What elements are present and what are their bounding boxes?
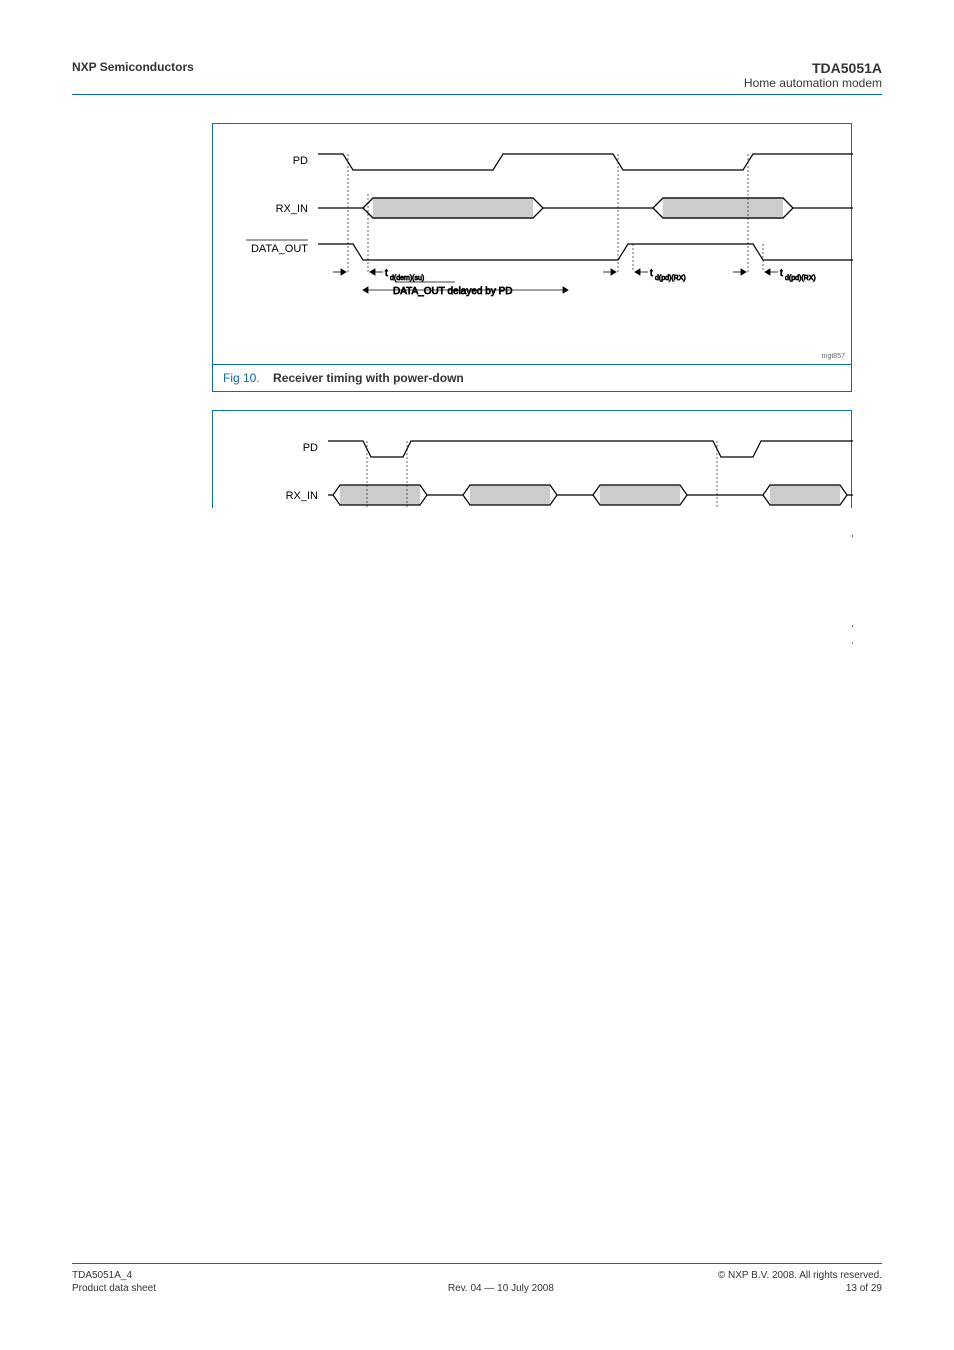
footer-rule bbox=[72, 1263, 882, 1264]
fig10-pd-label: PD bbox=[293, 155, 308, 167]
footer-doc-id: TDA5051A_4 bbox=[72, 1270, 132, 1281]
fig10-tpdrx2: d(pd)(RX) bbox=[785, 275, 816, 282]
figure10-svg: PD RX_IN DATA_OUT bbox=[213, 124, 853, 364]
fig11-rx-burst-2 bbox=[470, 485, 550, 505]
svg-text:t: t bbox=[650, 268, 653, 279]
figure10-title: Receiver timing with power-down bbox=[273, 371, 464, 385]
figure10-code: mgt857 bbox=[822, 353, 845, 360]
footer-copyright: © NXP B.V. 2008. All rights reserved. bbox=[718, 1270, 882, 1281]
fig11-rx-burst-1 bbox=[340, 485, 420, 505]
figure10-num: Fig 10. bbox=[223, 371, 260, 385]
product-desc: Home automation modem bbox=[744, 76, 882, 90]
header-product: TDA5051A Home automation modem bbox=[744, 60, 882, 90]
fig10-dataout-label: DATA_OUT bbox=[251, 243, 308, 255]
figure10-box: PD RX_IN DATA_OUT bbox=[212, 123, 852, 392]
svg-text:t: t bbox=[385, 268, 388, 279]
fig10-annot: t d(dem)(su) t d(pd)(RX) t d(pd)(RX) bbox=[333, 268, 816, 297]
figure10-caption: Fig 10. Receiver timing with power-down bbox=[213, 364, 851, 391]
footer-doc-type: Product data sheet bbox=[72, 1283, 156, 1294]
fig10-tpdrx1: d(pd)(RX) bbox=[655, 275, 686, 282]
page-header: NXP Semiconductors TDA5051A Home automat… bbox=[72, 60, 882, 90]
fig11-rx-burst-3 bbox=[600, 485, 680, 505]
fig10-tdemsu: d(dem)(su) bbox=[390, 275, 424, 282]
footer-page: 13 of 29 bbox=[846, 1283, 882, 1294]
fig10-dataout-wave bbox=[318, 244, 853, 260]
fig11-rx-burst-4 bbox=[770, 485, 840, 505]
header-rule bbox=[72, 94, 882, 95]
fig11-rxin-label: RX_IN bbox=[286, 490, 318, 502]
product-id: TDA5051A bbox=[744, 60, 882, 76]
fig10-rxin-label: RX_IN bbox=[276, 203, 308, 215]
fig10-delayed: DATA_OUT delayed by PD bbox=[393, 286, 513, 297]
header-company: NXP Semiconductors bbox=[72, 60, 194, 90]
svg-text:t: t bbox=[780, 268, 783, 279]
fig10-pd-wave bbox=[318, 154, 853, 170]
footer-rev: Rev. 04 — 10 July 2008 bbox=[448, 1283, 554, 1294]
blank-mask bbox=[212, 508, 852, 1178]
fig10-rx-burst-2 bbox=[663, 198, 783, 218]
page-footer: TDA5051A_4 © NXP B.V. 2008. All rights r… bbox=[72, 1263, 882, 1294]
fig11-pd-label: PD bbox=[303, 442, 318, 454]
fig10-rx-burst-1 bbox=[373, 198, 533, 218]
